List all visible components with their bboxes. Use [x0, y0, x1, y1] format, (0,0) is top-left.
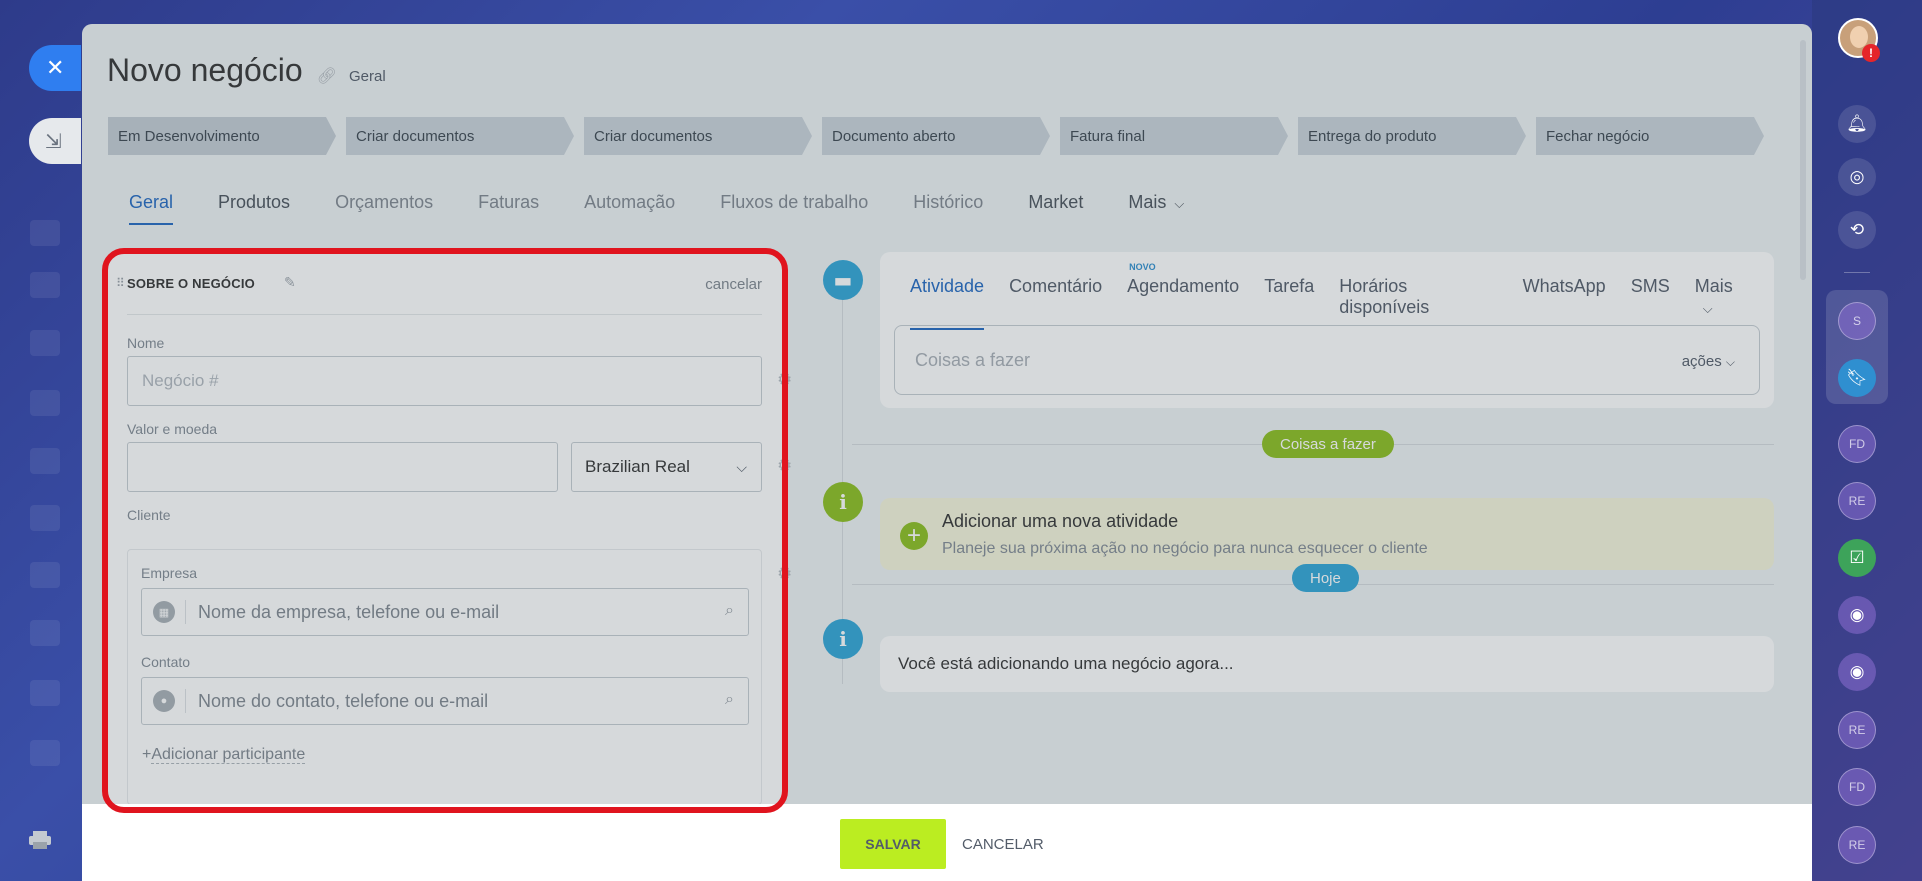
alert-badge: !	[1862, 44, 1880, 62]
menu-placeholder	[30, 740, 60, 766]
tab-market[interactable]: Market	[1028, 192, 1083, 225]
menu-placeholder	[30, 448, 60, 474]
rail-avatar[interactable]: RE	[1838, 482, 1876, 520]
comment-icon: ▬	[823, 260, 863, 300]
info-icon: i	[823, 619, 863, 659]
menu-placeholder	[30, 505, 60, 531]
stage-item[interactable]: Documento aberto	[822, 117, 1050, 155]
new-badge: NOVO	[1129, 262, 1156, 272]
cancel-button[interactable]: CANCELAR	[962, 819, 1044, 869]
tab-sms[interactable]: SMS	[1631, 276, 1670, 330]
rail-avatar[interactable]: FD	[1838, 768, 1876, 806]
tab-mais-activity[interactable]: Mais ⌵	[1695, 276, 1749, 330]
new-activity-title: Adicionar uma nova atividade	[942, 511, 1179, 531]
chat-group-icon[interactable]: ◉	[1838, 653, 1876, 691]
scrollbar[interactable]	[1800, 40, 1806, 280]
rail-avatar[interactable]: RE	[1838, 826, 1876, 864]
new-activity-subtitle: Planeje sua próxima ação no negócio para…	[942, 540, 1428, 557]
task-check-icon[interactable]: ☑	[1838, 539, 1876, 577]
bookmark-icon[interactable]: 🔖︎	[1838, 359, 1876, 397]
tab-tarefa[interactable]: Tarefa	[1264, 276, 1314, 330]
close-icon: ✕	[46, 55, 65, 80]
new-activity-card[interactable]: + Adicionar uma nova atividade Planeje s…	[880, 498, 1774, 570]
tab-mais-activity-label: Mais	[1694, 276, 1733, 296]
link-icon[interactable]: 🔗︎	[317, 66, 337, 86]
tab-horarios[interactable]: Horários disponíveis	[1339, 276, 1497, 330]
menu-placeholder	[30, 620, 60, 646]
rail-avatar[interactable]: FD	[1838, 425, 1876, 463]
stage-progress-bar: Em Desenvolvimento Criar documentos Cria…	[108, 117, 1774, 155]
activity-editor-card: Atividade Comentário NOVO Agendamento Ta…	[880, 252, 1774, 408]
divider	[1844, 272, 1870, 273]
tab-historico[interactable]: Histórico	[913, 192, 983, 225]
todo-actions-dropdown[interactable]: ações ⌵	[1682, 353, 1735, 370]
tab-produtos[interactable]: Produtos	[218, 192, 290, 225]
tab-mais[interactable]: Mais ⌵	[1128, 192, 1184, 225]
deal-tabs: Geral Produtos Orçamentos Faturas Automa…	[129, 192, 1229, 225]
plus-icon: +	[900, 522, 928, 550]
menu-placeholder	[30, 562, 60, 588]
chat-group-icon[interactable]: ◉	[1838, 596, 1876, 634]
menu-placeholder	[30, 330, 60, 356]
target-icon[interactable]: ◎	[1838, 158, 1876, 196]
page-title: Novo negócio	[107, 52, 303, 88]
close-slider-button[interactable]: ✕	[29, 45, 81, 91]
chevron-down-icon: ⌵	[1725, 355, 1735, 369]
rail-avatar[interactable]: S	[1838, 302, 1876, 340]
title-row: Novo negócio 🔗︎ Geral	[107, 52, 386, 89]
minimize-slider-button[interactable]: ⇲	[29, 118, 81, 164]
stage-item[interactable]: Entrega do produto	[1298, 117, 1526, 155]
menu-placeholder	[30, 390, 60, 416]
tab-orcamentos[interactable]: Orçamentos	[335, 192, 433, 225]
tab-mais-label: Mais	[1128, 192, 1167, 212]
activity-tabs: Atividade Comentário NOVO Agendamento Ta…	[910, 262, 1774, 330]
printer-icon[interactable]	[28, 830, 52, 850]
info-icon: i	[823, 482, 863, 522]
stage-item[interactable]: Criar documentos	[346, 117, 574, 155]
todo-actions-label: ações	[1681, 353, 1722, 370]
chevron-down-icon: ⌵	[1174, 196, 1185, 211]
stage-item[interactable]: Em Desenvolvimento	[108, 117, 336, 155]
menu-placeholder	[30, 220, 60, 246]
tab-faturas[interactable]: Faturas	[478, 192, 539, 225]
menu-placeholder	[30, 680, 60, 706]
tab-automacao[interactable]: Automação	[584, 192, 675, 225]
rail-avatar[interactable]: RE	[1838, 711, 1876, 749]
chevron-down-icon: ⌵	[1702, 301, 1713, 316]
sync-chat-icon[interactable]: ⟲	[1838, 211, 1876, 249]
stage-item[interactable]: Criar documentos	[584, 117, 812, 155]
todo-input[interactable]: Coisas a fazer ações ⌵	[894, 325, 1760, 395]
tab-comentario[interactable]: Comentário	[1009, 276, 1102, 330]
pipeline-name[interactable]: Geral	[349, 68, 386, 85]
tab-atividade[interactable]: Atividade	[910, 276, 985, 330]
tab-agendamento-label: Agendamento	[1127, 276, 1240, 296]
tab-geral[interactable]: Geral	[129, 192, 174, 225]
todo-pill: Coisas a fazer	[1262, 430, 1394, 458]
highlight-frame	[102, 248, 788, 813]
bottom-action-bar: SALVAR CANCELAR	[82, 804, 1812, 881]
tab-fluxos[interactable]: Fluxos de trabalho	[720, 192, 868, 225]
today-pill: Hoje	[1292, 564, 1359, 592]
save-button[interactable]: SALVAR	[840, 819, 946, 869]
menu-placeholder	[30, 272, 60, 298]
tab-whatsapp[interactable]: WhatsApp	[1523, 276, 1606, 330]
stage-item[interactable]: Fatura final	[1060, 117, 1288, 155]
collapse-arrow-icon: ⇲	[45, 130, 62, 153]
adding-deal-card: Você está adicionando uma negócio agora.…	[880, 636, 1774, 692]
tab-agendamento[interactable]: NOVO Agendamento	[1127, 262, 1240, 330]
bell-icon[interactable]: 🔔︎	[1838, 105, 1876, 143]
stage-item[interactable]: Fechar negócio	[1536, 117, 1764, 155]
todo-placeholder: Coisas a fazer	[915, 349, 1031, 370]
